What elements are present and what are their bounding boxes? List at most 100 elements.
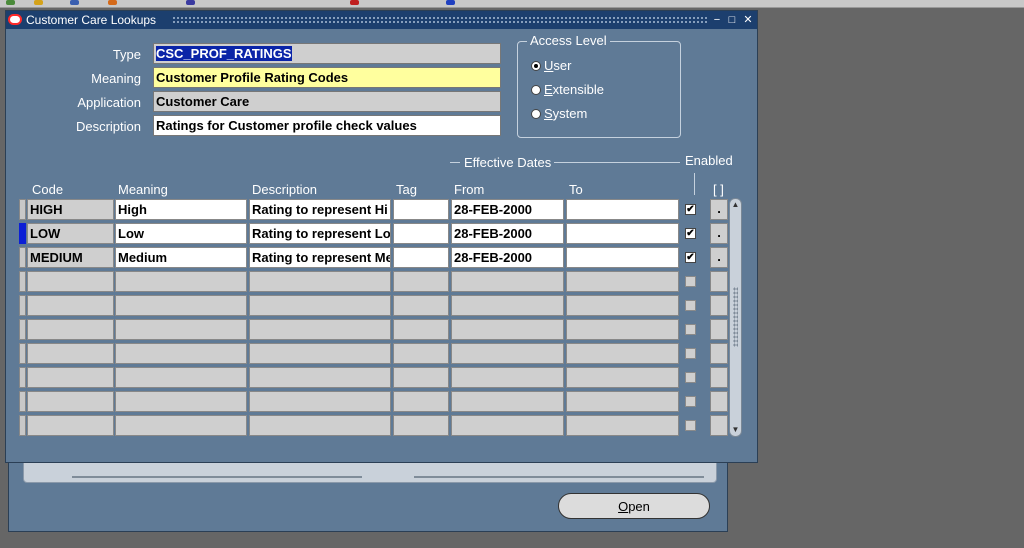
cell-code[interactable] bbox=[27, 343, 114, 364]
cell-code[interactable] bbox=[27, 415, 114, 436]
cell-dff[interactable]: . bbox=[710, 199, 728, 220]
enabled-checkbox[interactable]: ✔ bbox=[685, 252, 696, 263]
cell-meaning[interactable]: High bbox=[115, 199, 247, 220]
meaning-field[interactable]: Customer Profile Rating Codes bbox=[153, 67, 501, 88]
cell-to[interactable] bbox=[566, 295, 679, 316]
row-indicator[interactable] bbox=[19, 271, 26, 292]
cell-dff[interactable] bbox=[710, 343, 728, 364]
cell-meaning[interactable]: Low bbox=[115, 223, 247, 244]
cell-to[interactable] bbox=[566, 271, 679, 292]
cell-dff[interactable] bbox=[710, 391, 728, 412]
cell-from[interactable]: 28-FEB-2000 bbox=[451, 223, 564, 244]
row-indicator[interactable] bbox=[19, 343, 26, 364]
enabled-checkbox[interactable]: ✔ bbox=[685, 228, 696, 239]
cell-description[interactable] bbox=[249, 271, 391, 292]
cell-description[interactable]: Rating to represent Me bbox=[249, 247, 391, 268]
cell-meaning[interactable] bbox=[115, 415, 247, 436]
cell-dff[interactable]: . bbox=[710, 223, 728, 244]
cell-tag[interactable] bbox=[393, 415, 449, 436]
enabled-checkbox[interactable] bbox=[685, 348, 696, 359]
cell-tag[interactable] bbox=[393, 223, 449, 244]
cell-code[interactable]: LOW bbox=[27, 223, 114, 244]
type-field[interactable]: CSC_PROF_RATINGS bbox=[153, 43, 501, 64]
close-icon[interactable]: ✕ bbox=[741, 13, 755, 27]
cell-code[interactable] bbox=[27, 391, 114, 412]
vertical-scrollbar[interactable]: ▲ ▼ bbox=[729, 198, 742, 437]
cell-tag[interactable] bbox=[393, 295, 449, 316]
cell-from[interactable] bbox=[451, 367, 564, 388]
cell-meaning[interactable] bbox=[115, 319, 247, 340]
scroll-grip[interactable] bbox=[733, 287, 738, 347]
enabled-checkbox[interactable] bbox=[685, 324, 696, 335]
cell-dff[interactable] bbox=[710, 319, 728, 340]
row-indicator[interactable] bbox=[19, 223, 26, 244]
row-indicator[interactable] bbox=[19, 319, 26, 340]
cell-from[interactable] bbox=[451, 391, 564, 412]
enabled-checkbox[interactable] bbox=[685, 396, 696, 407]
cell-meaning[interactable] bbox=[115, 295, 247, 316]
cell-dff[interactable]: . bbox=[710, 247, 728, 268]
cell-to[interactable] bbox=[566, 367, 679, 388]
enabled-checkbox[interactable] bbox=[685, 276, 696, 287]
cell-tag[interactable] bbox=[393, 367, 449, 388]
cell-meaning[interactable] bbox=[115, 367, 247, 388]
maximize-icon[interactable]: □ bbox=[725, 13, 739, 27]
cell-to[interactable] bbox=[566, 415, 679, 436]
cell-to[interactable] bbox=[566, 343, 679, 364]
cell-code[interactable]: MEDIUM bbox=[27, 247, 114, 268]
scroll-up-icon[interactable]: ▲ bbox=[731, 200, 740, 210]
toolbar-delete-icon[interactable] bbox=[350, 0, 359, 5]
cell-code[interactable]: HIGH bbox=[27, 199, 114, 220]
cell-description[interactable] bbox=[249, 319, 391, 340]
radio-system[interactable]: System bbox=[531, 106, 587, 121]
cell-from[interactable] bbox=[451, 415, 564, 436]
cell-tag[interactable] bbox=[393, 271, 449, 292]
cell-description[interactable] bbox=[249, 367, 391, 388]
cell-description[interactable] bbox=[249, 415, 391, 436]
cell-description[interactable] bbox=[249, 391, 391, 412]
cell-to[interactable] bbox=[566, 319, 679, 340]
cell-meaning[interactable] bbox=[115, 391, 247, 412]
row-indicator[interactable] bbox=[19, 391, 26, 412]
scroll-down-icon[interactable]: ▼ bbox=[731, 425, 740, 435]
cell-code[interactable] bbox=[27, 367, 114, 388]
toolbar-save-icon[interactable] bbox=[70, 0, 79, 5]
description-field[interactable]: Ratings for Customer profile check value… bbox=[153, 115, 501, 136]
toolbar-new-icon[interactable] bbox=[6, 0, 15, 5]
cell-to[interactable] bbox=[566, 199, 679, 220]
cell-tag[interactable] bbox=[393, 199, 449, 220]
enabled-checkbox[interactable] bbox=[685, 300, 696, 311]
row-indicator[interactable] bbox=[19, 295, 26, 316]
row-indicator[interactable] bbox=[19, 415, 26, 436]
row-indicator[interactable] bbox=[19, 247, 26, 268]
cell-dff[interactable] bbox=[710, 271, 728, 292]
enabled-checkbox[interactable] bbox=[685, 420, 696, 431]
cell-meaning[interactable] bbox=[115, 343, 247, 364]
cell-description[interactable] bbox=[249, 343, 391, 364]
minimize-icon[interactable]: − bbox=[710, 13, 724, 27]
cell-from[interactable] bbox=[451, 271, 564, 292]
toolbar-globe-icon[interactable] bbox=[186, 0, 195, 5]
cell-to[interactable] bbox=[566, 391, 679, 412]
application-field[interactable]: Customer Care bbox=[153, 91, 501, 112]
cell-description[interactable]: Rating to represent Lo bbox=[249, 223, 391, 244]
radio-user[interactable]: User bbox=[531, 58, 571, 73]
cell-to[interactable] bbox=[566, 247, 679, 268]
cell-dff[interactable] bbox=[710, 295, 728, 316]
cell-dff[interactable] bbox=[710, 367, 728, 388]
row-indicator[interactable] bbox=[19, 199, 26, 220]
cell-tag[interactable] bbox=[393, 319, 449, 340]
cell-description[interactable] bbox=[249, 295, 391, 316]
cell-description[interactable]: Rating to represent Hi bbox=[249, 199, 391, 220]
toolbar-edit-icon[interactable] bbox=[108, 0, 117, 5]
cell-meaning[interactable]: Medium bbox=[115, 247, 247, 268]
cell-meaning[interactable] bbox=[115, 271, 247, 292]
radio-extensible[interactable]: Extensible bbox=[531, 82, 604, 97]
cell-tag[interactable] bbox=[393, 391, 449, 412]
title-bar[interactable]: Customer Care Lookups − □ ✕ bbox=[6, 11, 757, 29]
cell-code[interactable] bbox=[27, 319, 114, 340]
cell-from[interactable] bbox=[451, 343, 564, 364]
open-button[interactable]: Open bbox=[558, 493, 710, 519]
cell-from[interactable]: 28-FEB-2000 bbox=[451, 247, 564, 268]
cell-from[interactable]: 28-FEB-2000 bbox=[451, 199, 564, 220]
